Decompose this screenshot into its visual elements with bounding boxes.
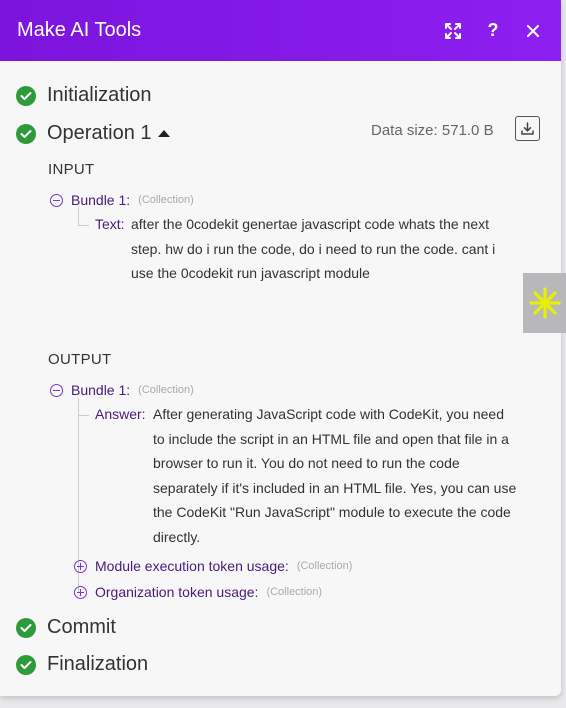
collapse-icon[interactable] (50, 383, 63, 397)
input-heading: INPUT (48, 161, 95, 178)
step-operation-1[interactable]: Operation 1 (16, 122, 170, 145)
field-key: Organization token usage: (95, 584, 259, 600)
output-bundle-1[interactable]: Bundle 1: (Collection) (50, 382, 194, 398)
field-type: (Collection) (296, 560, 353, 572)
panel-header: Make AI Tools ? (0, 0, 561, 61)
download-icon (521, 122, 534, 135)
text-line: After generating JavaScript code with Co… (153, 406, 504, 422)
execution-panel: Make AI Tools ? Initialization Operation… (0, 0, 561, 696)
step-label: Finalization (47, 653, 149, 675)
expand-plus-icon[interactable] (74, 559, 87, 573)
step-finalization: Finalization (16, 653, 148, 676)
text-line: the CodeKit "Run JavaScript" module to e… (153, 504, 511, 520)
step-label: Initialization (47, 84, 152, 106)
field-key: Module execution token usage: (95, 558, 289, 574)
module-execution-token-usage[interactable]: Module execution token usage: (Collectio… (74, 558, 352, 574)
bundle-type: (Collection) (138, 194, 194, 206)
field-type: (Collection) (266, 586, 323, 598)
bundle-label: Bundle 1: (71, 382, 131, 398)
text-line: use the 0codekit run javascript module (131, 265, 370, 281)
text-line: separately if it's included in an HTML f… (153, 479, 517, 496)
collapse-icon[interactable] (50, 193, 63, 207)
input-bundle-1[interactable]: Bundle 1: (Collection) (50, 192, 194, 208)
field-key: Text: (95, 216, 125, 232)
field-value: after the 0codekit genertae javascript c… (131, 212, 495, 286)
expand-icon[interactable] (443, 21, 463, 41)
check-circle-icon (16, 123, 36, 144)
tree-connector (78, 398, 89, 416)
close-icon[interactable] (523, 21, 543, 41)
step-commit: Commit (16, 616, 116, 639)
download-button[interactable] (515, 116, 540, 141)
sparkle-icon (528, 287, 561, 319)
help-icon[interactable]: ? (483, 20, 503, 41)
input-text-field: Text: after the 0codekit genertae javasc… (95, 212, 535, 288)
text-line: to include the script in an HTML file an… (153, 430, 509, 447)
data-size: Data size: 571.0 B (371, 122, 494, 139)
collapse-caret-icon[interactable] (157, 130, 170, 137)
text-line: directly. (153, 528, 201, 545)
step-label: Commit (47, 616, 116, 638)
bundle-type: (Collection) (138, 384, 194, 396)
text-line: after the 0codekit genertae javascript c… (131, 216, 489, 232)
organization-token-usage[interactable]: Organization token usage: (Collection) (74, 584, 322, 600)
side-assistant-tab[interactable] (523, 273, 566, 333)
text-line: browser to run it. You do not need to ru… (153, 455, 460, 471)
header-actions: ? (443, 20, 543, 41)
check-circle-icon (16, 85, 36, 106)
field-value: After generating JavaScript code with Co… (153, 402, 516, 549)
window-title: Make AI Tools (17, 19, 142, 41)
step-initialization: Initialization (16, 84, 152, 107)
expand-plus-icon[interactable] (74, 585, 87, 599)
field-key: Answer: (95, 406, 146, 422)
check-circle-icon (16, 617, 36, 638)
check-circle-icon (16, 654, 36, 675)
text-line: step. hw do i run the code, do i need to… (131, 240, 496, 257)
output-answer-field: Answer: After generating JavaScript code… (95, 402, 545, 552)
step-label: Operation 1 (47, 122, 152, 144)
tree-connector (78, 208, 89, 226)
output-heading: OUTPUT (48, 351, 112, 368)
bundle-label: Bundle 1: (71, 192, 131, 208)
